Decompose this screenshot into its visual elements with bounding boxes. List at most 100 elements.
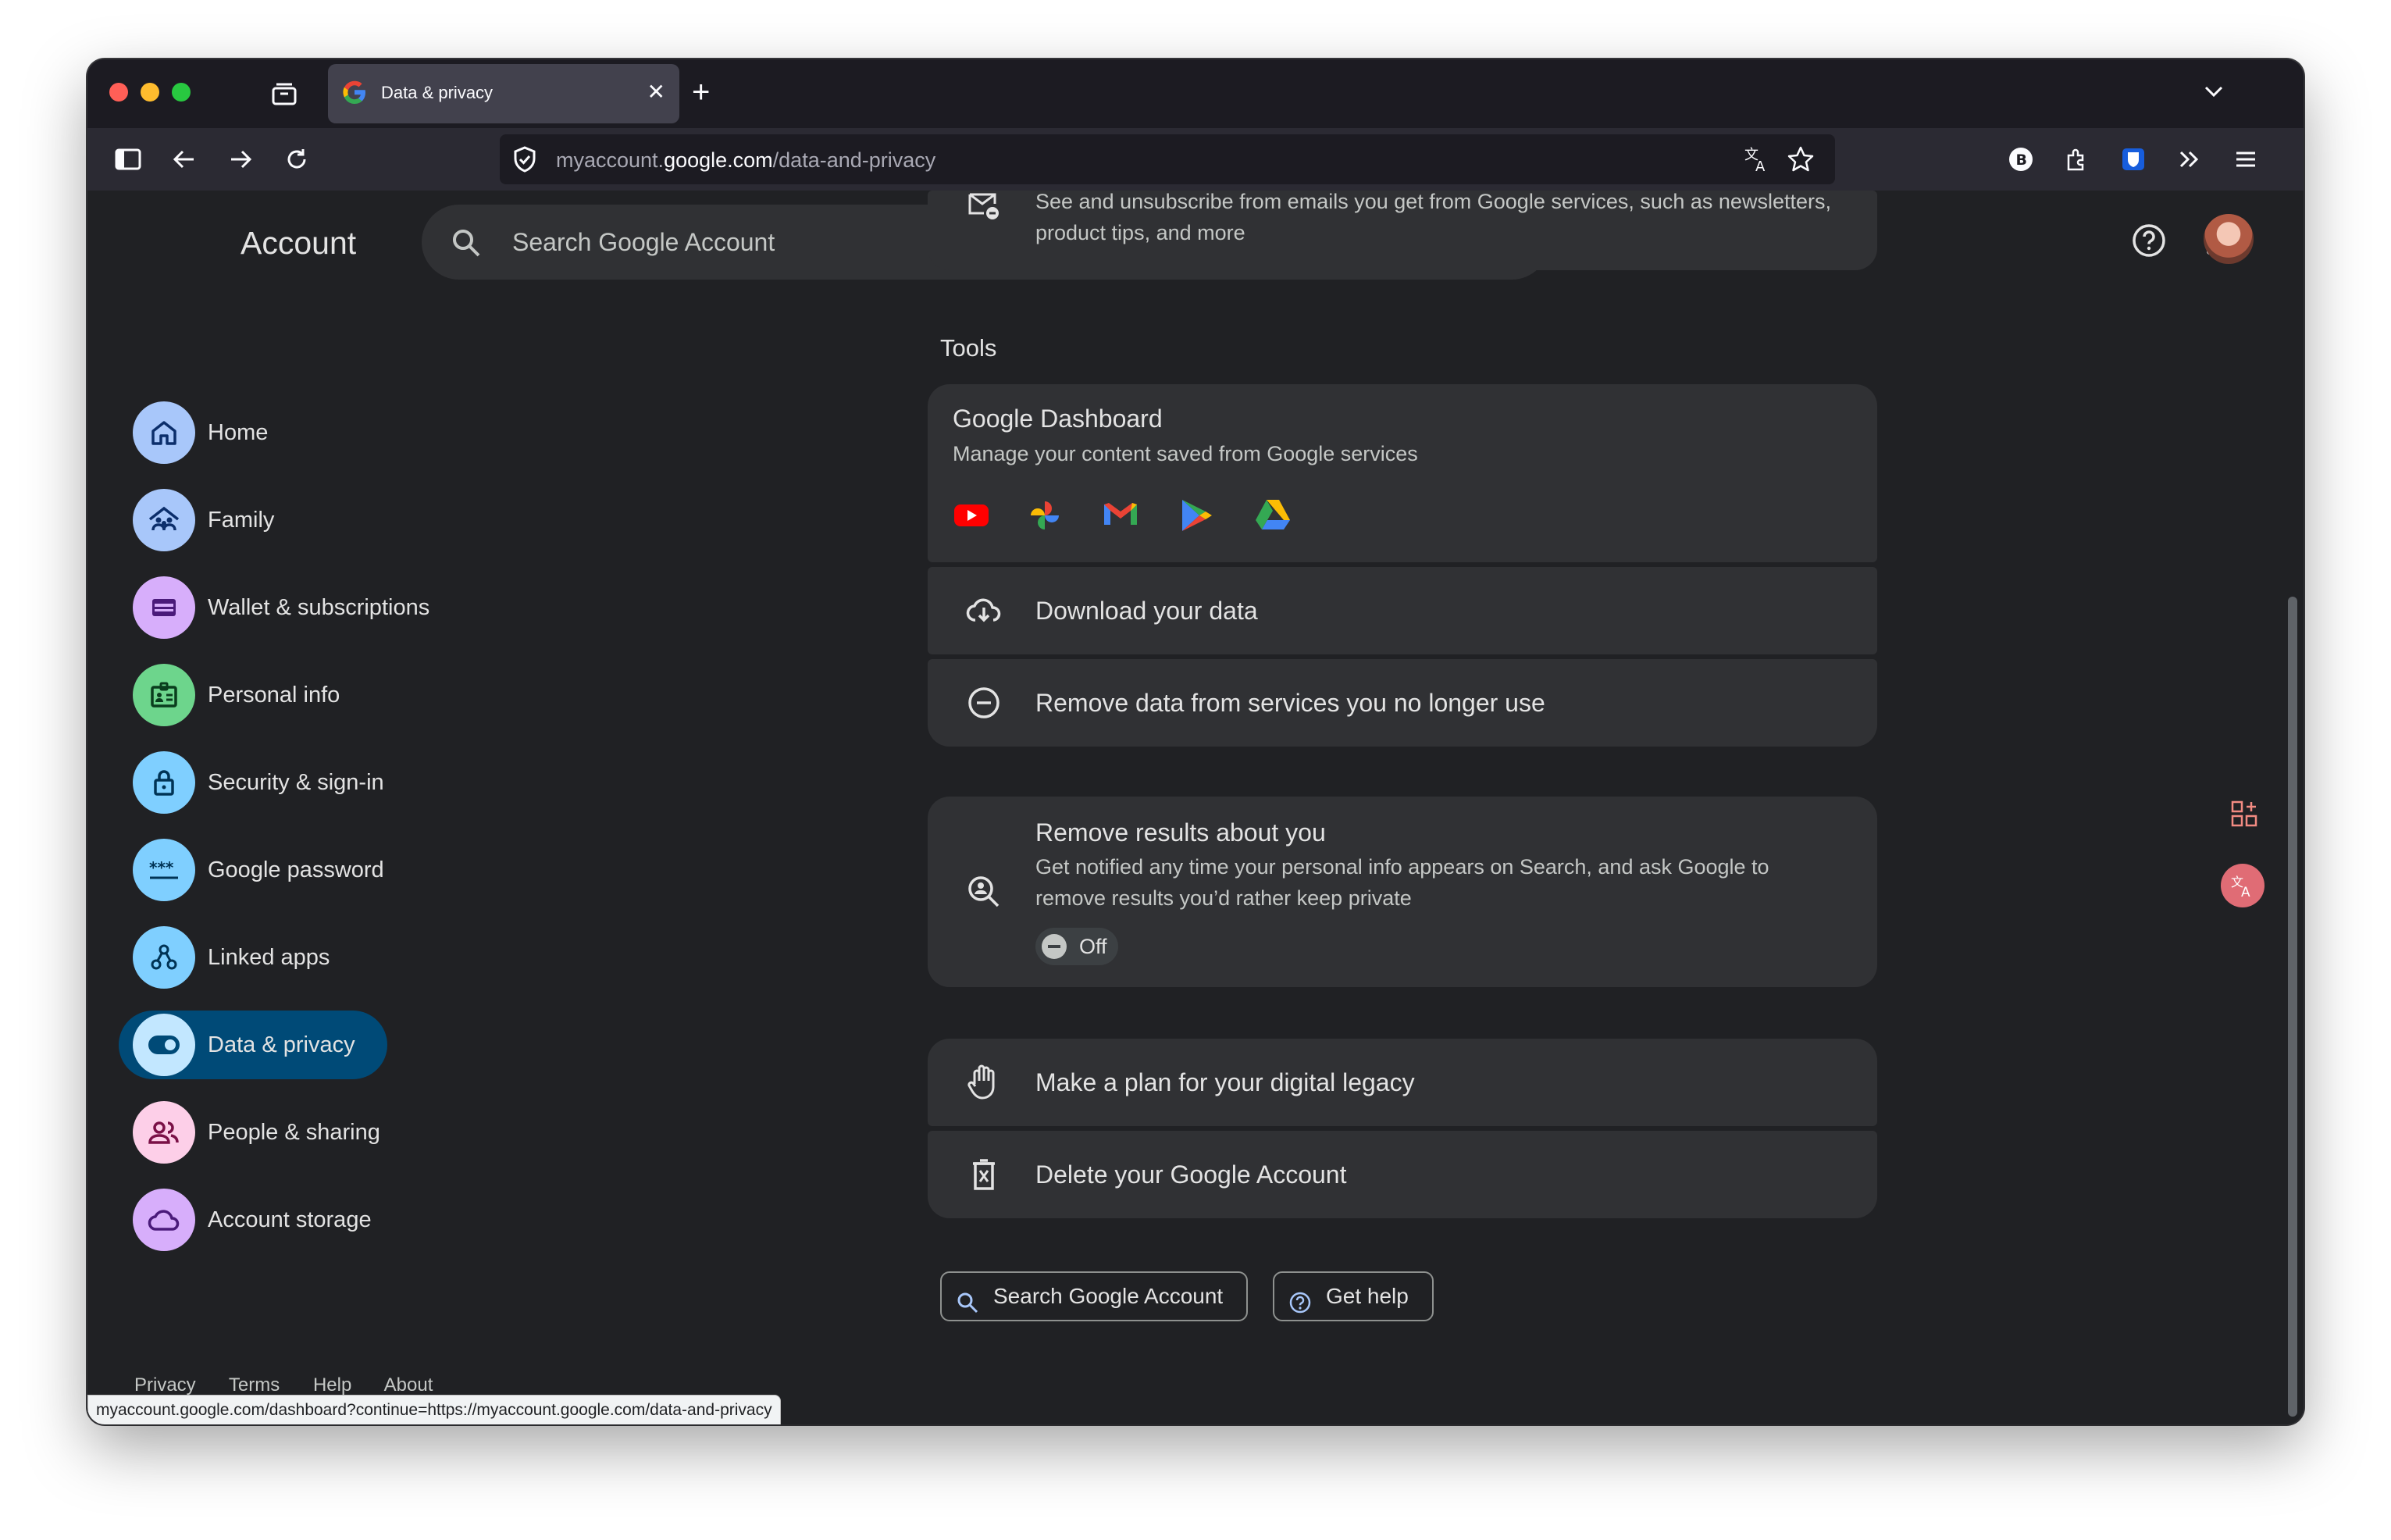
extension-b-icon[interactable]: B — [2004, 142, 2038, 176]
sidebar-item-security[interactable]: Security & sign-in — [119, 748, 509, 817]
sidebar-item-label: Home — [208, 420, 269, 445]
profile-avatar[interactable] — [2204, 214, 2254, 264]
widgets-icon[interactable] — [2222, 792, 2266, 836]
maximize-window-button[interactable] — [172, 83, 191, 102]
youtube-icon — [953, 501, 990, 533]
hand-icon — [965, 1064, 1003, 1101]
tab-list-chevron-down-icon[interactable] — [2202, 80, 2225, 107]
help-icon — [1288, 1284, 1312, 1331]
sidebar-item-label: Linked apps — [208, 945, 330, 970]
cloud-download-icon — [965, 592, 1003, 629]
delete-account-row[interactable]: Delete your Google Account — [928, 1131, 1877, 1218]
download-data-row[interactable]: Download your data — [928, 567, 1877, 654]
dashboard-description: Manage your content saved from Google se… — [953, 442, 1418, 465]
delete-account-label: Delete your Google Account — [1035, 1160, 1347, 1189]
app-menu-hamburger-icon[interactable] — [2229, 142, 2263, 176]
google-dashboard-card[interactable]: Google Dashboard Manage your content sav… — [928, 384, 1877, 562]
footer-links: Privacy Terms Help About — [134, 1374, 461, 1396]
email-settings-icon — [965, 187, 1003, 225]
browser-toolbar: myaccount.google.com/data-and-privacy 文A… — [87, 128, 2304, 191]
remove-services-row[interactable]: Remove data from services you no longer … — [928, 659, 1877, 747]
site-security-shield-icon[interactable] — [511, 145, 539, 177]
remove-results-card[interactable]: Remove results about you Get notified an… — [928, 797, 1877, 987]
footer-link-help[interactable]: Help — [313, 1374, 351, 1396]
sidebar-item-label: Account storage — [208, 1207, 372, 1232]
digital-legacy-label: Make a plan for your digital legacy — [1035, 1068, 1415, 1096]
download-data-label: Download your data — [1035, 597, 1258, 625]
sidebar-item-linked-apps[interactable]: Linked apps — [119, 923, 509, 992]
account-brand-title[interactable]: Account — [241, 225, 356, 262]
email-subscriptions-description: See and unsubscribe from emails you get … — [1035, 190, 1831, 244]
translate-extension-icon[interactable]: 文A — [2221, 864, 2265, 907]
tab-data-privacy[interactable]: Data & privacy ✕ — [328, 64, 679, 123]
page-content: Account Search Google Account Home Famil… — [87, 190, 2304, 1424]
address-bar[interactable]: myaccount.google.com/data-and-privacy 文A — [500, 134, 1835, 184]
sidebar-item-data-privacy[interactable]: Data & privacy — [119, 1011, 387, 1079]
email-subscriptions-row[interactable]: See and unsubscribe from emails you get … — [928, 190, 1877, 270]
back-arrow-icon[interactable] — [167, 142, 201, 176]
remove-results-title: Remove results about you — [1035, 818, 1326, 847]
gmail-icon — [1101, 498, 1140, 533]
sidebar-item-label: People & sharing — [208, 1120, 380, 1145]
people-icon — [133, 1101, 195, 1164]
link-status-bar: myaccount.google.com/dashboard?continue=… — [87, 1395, 781, 1424]
sidebar-item-label: Wallet & subscriptions — [208, 595, 430, 620]
forward-arrow-icon[interactable] — [223, 142, 258, 176]
off-status-icon — [1042, 934, 1067, 959]
search-icon — [956, 1284, 979, 1331]
family-icon — [133, 489, 195, 551]
tab-overview-icon[interactable] — [267, 77, 301, 111]
id-card-icon — [133, 664, 195, 726]
translate-icon[interactable]: 文A — [1743, 145, 1771, 177]
dashboard-title: Google Dashboard — [953, 405, 1163, 433]
svg-text:A: A — [2241, 885, 2250, 900]
sidebar-item-personal-info[interactable]: Personal info — [119, 661, 509, 729]
more-tools-chevrons-icon[interactable] — [2172, 142, 2207, 176]
new-tab-button[interactable]: + — [692, 75, 710, 109]
remove-results-status-chip: Off — [1035, 928, 1118, 965]
linked-apps-icon — [133, 926, 195, 989]
footer-link-privacy[interactable]: Privacy — [134, 1374, 196, 1396]
search-person-icon — [965, 873, 1003, 911]
extensions-puzzle-icon[interactable] — [2060, 142, 2094, 176]
sidebar-item-label: Personal info — [208, 683, 340, 708]
google-favicon-icon — [340, 78, 369, 110]
bookmark-star-icon[interactable] — [1787, 145, 1815, 177]
bitwarden-shield-icon[interactable] — [2116, 142, 2150, 176]
sidebar-item-wallet[interactable]: Wallet & subscriptions — [119, 573, 509, 642]
minimize-window-button[interactable] — [141, 83, 159, 102]
search-account-button[interactable]: Search Google Account — [940, 1271, 1249, 1321]
sidebar-item-home[interactable]: Home — [119, 398, 509, 467]
svg-text:A: A — [1755, 159, 1766, 173]
footer-link-terms[interactable]: Terms — [229, 1374, 280, 1396]
google-drive-icon — [1254, 498, 1292, 535]
toggle-icon — [133, 1014, 195, 1076]
close-window-button[interactable] — [109, 83, 128, 102]
remove-results-description: Get notified any time your personal info… — [1035, 855, 1769, 910]
lock-icon — [133, 751, 195, 814]
tools-section-title: Tools — [940, 334, 997, 362]
sidebar-item-google-password[interactable]: *** Google password — [119, 836, 509, 904]
sidebar-item-account-storage[interactable]: Account storage — [119, 1185, 509, 1254]
svg-text:B: B — [2016, 152, 2027, 169]
sidebar-toggle-icon[interactable] — [111, 142, 145, 176]
browser-window: Data & privacy ✕ + myaccount.google.com/… — [87, 59, 2304, 1424]
sidebar-item-family[interactable]: Family — [119, 486, 509, 554]
url-text[interactable]: myaccount.google.com/data-and-privacy — [556, 148, 935, 173]
footer-link-about[interactable]: About — [384, 1374, 433, 1396]
cloud-icon — [133, 1189, 195, 1251]
help-icon[interactable] — [2130, 222, 2168, 259]
remove-services-label: Remove data from services you no longer … — [1035, 689, 1545, 717]
reload-icon[interactable] — [280, 142, 314, 176]
sidebar-item-label: Data & privacy — [208, 1032, 355, 1057]
close-tab-icon[interactable]: ✕ — [647, 81, 665, 103]
digital-legacy-row[interactable]: Make a plan for your digital legacy — [928, 1039, 1877, 1126]
search-icon — [450, 226, 483, 263]
get-help-button[interactable]: Get help — [1273, 1271, 1434, 1321]
sidebar-item-people-sharing[interactable]: People & sharing — [119, 1098, 509, 1167]
tab-title: Data & privacy — [381, 83, 494, 102]
sidebar-item-label: Security & sign-in — [208, 770, 384, 795]
page-scrollbar[interactable] — [2288, 597, 2297, 1417]
home-icon — [133, 401, 195, 464]
google-photos-icon — [1026, 497, 1064, 538]
